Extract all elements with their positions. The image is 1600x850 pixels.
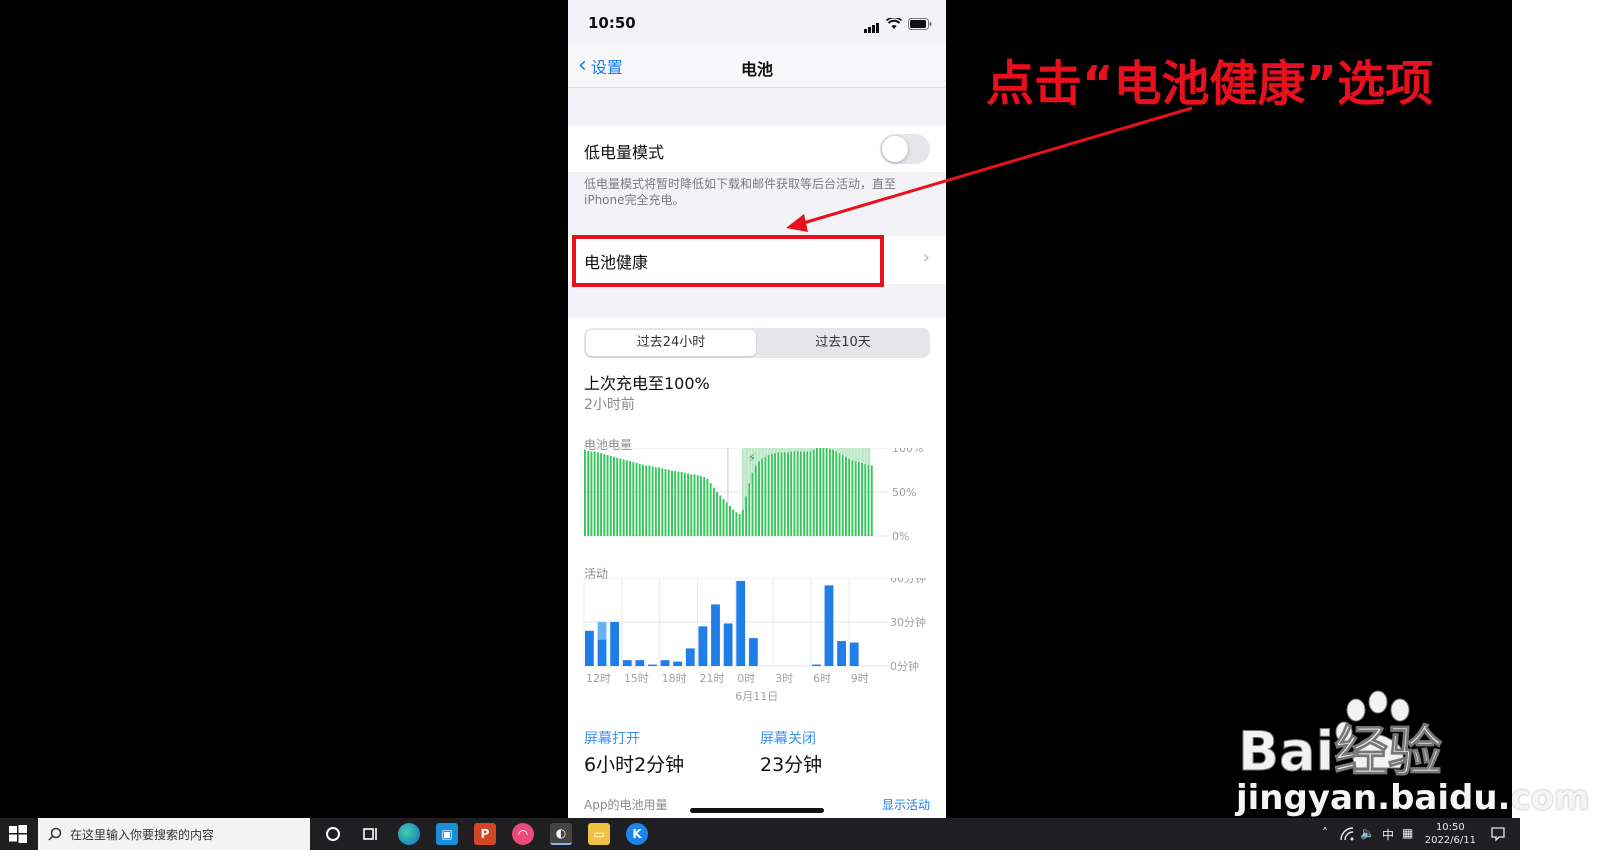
network-icon[interactable] (1340, 827, 1354, 841)
clock-time: 10:50 (1435, 822, 1465, 833)
notification-icon[interactable] (1490, 826, 1506, 842)
task-view-icon[interactable] (360, 823, 382, 845)
watermark-url: jingyan.baidu.com (1236, 778, 1590, 818)
app-icon[interactable]: ◠ (512, 823, 534, 845)
windows-start-icon[interactable] (8, 824, 28, 844)
powerpoint-icon[interactable]: P (474, 823, 496, 845)
logo-text: Bai经验 (1238, 720, 1442, 783)
chevron-up-icon[interactable]: ˄ (1322, 826, 1328, 840)
cortana-icon[interactable] (322, 823, 344, 845)
search-placeholder: 在这里输入你要搜索的内容 (70, 828, 215, 842)
volume-icon[interactable]: 🔈 (1360, 826, 1375, 840)
file-explorer-icon[interactable]: ▭ (588, 823, 610, 845)
keyboard-grid-icon[interactable]: ▦ (1402, 826, 1413, 840)
clock-date: 2022/6/11 (1424, 835, 1476, 846)
taskbar-search-box[interactable]: 在这里输入你要搜索的内容 (38, 818, 310, 850)
baidu-jingyan-logo: Bai经验 (1238, 690, 1443, 784)
kugou-app-icon[interactable]: K (626, 823, 648, 845)
windows-taskbar: 在这里输入你要搜索的内容 ▣ P ◠ ◐ ▭ K ˄ 🔈 中 ▦ 10:50 2… (0, 818, 1520, 850)
screen-mirror-app-icon[interactable]: ◐ (550, 823, 572, 845)
edge-browser-icon[interactable] (398, 823, 420, 845)
search-icon (48, 827, 62, 841)
taskbar-clock[interactable]: 10:50 2022/6/11 (1425, 821, 1476, 847)
store-app-icon[interactable]: ▣ (436, 823, 458, 845)
ime-indicator[interactable]: 中 (1382, 826, 1394, 843)
